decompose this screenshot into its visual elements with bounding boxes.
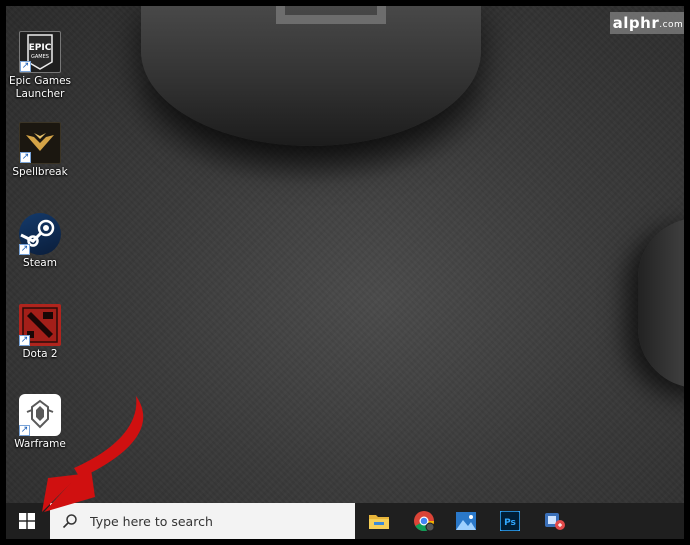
shortcut-arrow-icon: ↗: [19, 244, 30, 255]
photos-icon: [456, 512, 476, 530]
search-input[interactable]: [88, 512, 332, 530]
steam-icon: ↗: [19, 213, 61, 255]
desktop-icon-label: Steam: [23, 257, 57, 269]
search-icon: [62, 513, 78, 529]
dota2-icon: ↗: [19, 304, 61, 346]
desktop: alphr .com EPIC GAMES ↗ Epic Games Launch…: [6, 6, 684, 539]
shortcut-arrow-icon: ↗: [19, 425, 30, 436]
taskbar-photos[interactable]: [446, 503, 486, 539]
shortcut-arrow-icon: ↗: [20, 61, 31, 72]
watermark-brand: alphr: [612, 14, 660, 32]
chrome-icon: [414, 511, 435, 532]
svg-text:GAMES: GAMES: [31, 54, 49, 60]
desktop-icon-warframe[interactable]: ↗ Warframe: [6, 394, 75, 451]
photoshop-icon: Ps: [500, 511, 520, 531]
desktop-icon-steam[interactable]: ↗ Steam: [6, 213, 75, 270]
warframe-icon: ↗: [19, 394, 61, 436]
snip-tool-icon: [545, 513, 565, 530]
desktop-icon-spellbreak[interactable]: ↗ Spellbreak: [6, 122, 75, 179]
epic-games-icon: EPIC GAMES ↗: [19, 31, 61, 73]
shortcut-arrow-icon: ↗: [19, 335, 30, 346]
desktop-icon-label: Epic Games Launcher: [8, 75, 72, 100]
start-button[interactable]: [6, 503, 48, 539]
taskbar-chrome[interactable]: [404, 503, 444, 539]
desktop-icon-label: Dota 2: [22, 348, 58, 360]
desktop-icon-label: Spellbreak: [12, 166, 68, 178]
spellbreak-icon: ↗: [19, 122, 61, 164]
svg-text:Ps: Ps: [504, 518, 516, 528]
taskbar-search-box[interactable]: [50, 503, 355, 539]
taskbar-file-explorer[interactable]: [359, 503, 399, 539]
alphr-watermark: alphr .com: [610, 12, 684, 34]
shortcut-arrow-icon: ↗: [20, 152, 31, 163]
desktop-icon-epic-games[interactable]: EPIC GAMES ↗ Epic Games Launcher: [6, 31, 75, 101]
desktop-icon-dota2[interactable]: ↗ Dota 2: [6, 304, 75, 361]
taskbar-snip-tool[interactable]: [535, 503, 575, 539]
watermark-suffix: .com: [659, 20, 684, 30]
windows-logo-icon: [19, 513, 35, 529]
taskbar: Ps: [6, 503, 684, 539]
file-explorer-icon: [369, 515, 389, 529]
desktop-icon-label: Warframe: [14, 438, 66, 450]
svg-text:EPIC: EPIC: [29, 43, 52, 53]
taskbar-photoshop[interactable]: Ps: [490, 503, 530, 539]
